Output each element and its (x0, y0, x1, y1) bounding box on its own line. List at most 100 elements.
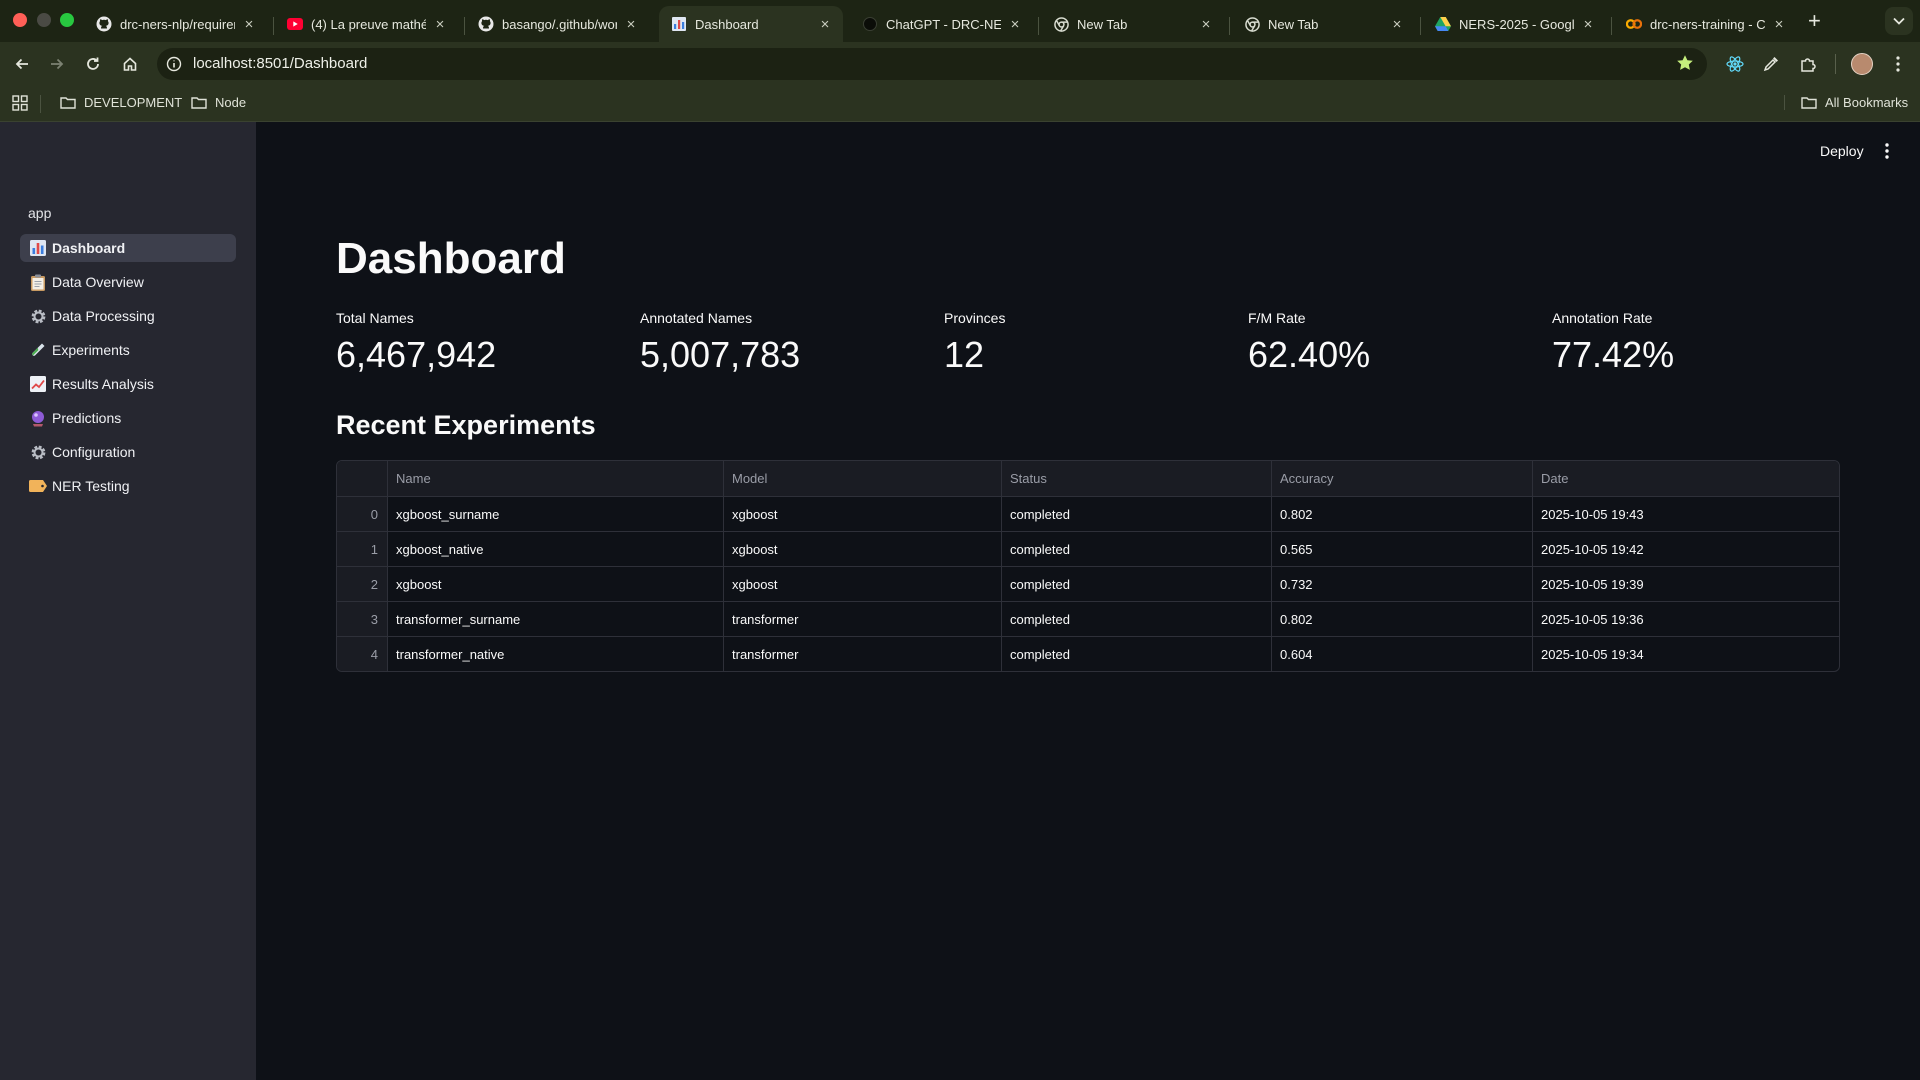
column-header[interactable]: Date (1533, 461, 1839, 496)
extensions-puzzle-icon[interactable] (1797, 53, 1819, 75)
sidebar-app-label: app (28, 205, 52, 221)
table-cell[interactable]: 2025-10-05 19:36 (1533, 602, 1839, 636)
table-cell[interactable]: completed (1002, 497, 1272, 531)
browser-tab[interactable]: New Tab × (1232, 6, 1415, 42)
tab-close-icon[interactable]: × (432, 16, 448, 33)
sidebar-item-experiments[interactable]: Experiments (20, 336, 236, 364)
home-icon (123, 57, 137, 71)
home-button[interactable] (119, 53, 141, 75)
table-cell[interactable]: transformer_native (388, 637, 724, 671)
table-cell[interactable]: 0.732 (1272, 567, 1533, 601)
browser-tab-active[interactable]: Dashboard × (659, 6, 843, 42)
browser-menu-icon[interactable] (1887, 53, 1909, 75)
sidebar-item-dashboard[interactable]: Dashboard (20, 234, 236, 262)
tab-title: basango/.github/work (502, 16, 617, 32)
all-bookmarks-button[interactable]: All Bookmarks (1784, 95, 1908, 110)
table-row[interactable]: 0 xgboost_surname xgboost completed 0.80… (337, 497, 1839, 532)
profile-avatar[interactable] (1851, 53, 1873, 75)
sidebar (0, 122, 256, 1080)
table-cell[interactable]: xgboost_native (388, 532, 724, 566)
column-header[interactable]: Model (724, 461, 1002, 496)
back-button[interactable] (11, 53, 33, 75)
table-cell[interactable]: completed (1002, 602, 1272, 636)
table-cell[interactable]: 0.802 (1272, 497, 1533, 531)
table-cell[interactable]: completed (1002, 637, 1272, 671)
table-cell[interactable]: completed (1002, 567, 1272, 601)
table-cell[interactable]: 2025-10-05 19:42 (1533, 532, 1839, 566)
table-cell[interactable]: transformer (724, 637, 1002, 671)
browser-tab[interactable]: NERS-2025 - Google × (1423, 6, 1606, 42)
sidebar-item-label: Dashboard (52, 240, 126, 256)
site-info-icon[interactable] (166, 56, 182, 72)
sidebar-item-ner-testing[interactable]: NER Testing (20, 472, 236, 500)
reload-icon (87, 57, 99, 70)
tab-close-icon[interactable]: × (1771, 16, 1787, 33)
tab-close-icon[interactable]: × (623, 16, 639, 33)
table-cell[interactable]: 0.802 (1272, 602, 1533, 636)
window-minimize-button[interactable] (37, 13, 51, 27)
browser-tab[interactable]: basango/.github/work × (466, 6, 649, 42)
table-cell[interactable]: transformer_surname (388, 602, 724, 636)
tab-search-button[interactable] (1885, 7, 1913, 35)
table-cell[interactable]: 0.565 (1272, 532, 1533, 566)
window-zoom-button[interactable] (60, 13, 74, 27)
address-bar[interactable] (157, 48, 1707, 80)
metric-label: Total Names (336, 310, 414, 326)
tab-close-icon[interactable]: × (1580, 16, 1596, 33)
browser-tab[interactable]: ChatGPT - DRC-NER × (850, 6, 1033, 42)
table-row[interactable]: 4 transformer_native transformer complet… (337, 637, 1839, 671)
table-cell[interactable]: 2025-10-05 19:43 (1533, 497, 1839, 531)
column-header[interactable]: Accuracy (1272, 461, 1533, 496)
table-cell[interactable]: xgboost (724, 567, 1002, 601)
sidebar-item-data-processing[interactable]: Data Processing (20, 302, 236, 330)
tab-close-icon[interactable]: × (241, 16, 257, 33)
metric-label: Annotation Rate (1552, 310, 1653, 326)
reload-button[interactable] (82, 53, 104, 75)
tab-close-icon[interactable]: × (817, 16, 833, 33)
chatgpt-icon (862, 16, 878, 32)
sidebar-item-predictions[interactable]: Predictions (20, 404, 236, 432)
column-header[interactable]: Status (1002, 461, 1272, 496)
tab-close-icon[interactable]: × (1198, 16, 1214, 33)
gear-icon (28, 443, 48, 461)
bookmark-folder-node[interactable]: Node (191, 95, 246, 110)
table-cell[interactable]: xgboost_surname (388, 497, 724, 531)
tab-close-icon[interactable]: × (1389, 16, 1405, 33)
column-header[interactable]: Name (388, 461, 724, 496)
experiments-table[interactable]: Name Model Status Accuracy Date 0 xgboos… (336, 460, 1840, 672)
table-cell[interactable]: 2025-10-05 19:34 (1533, 637, 1839, 671)
browser-tab[interactable]: drc-ners-nlp/requirem × (84, 6, 267, 42)
row-index: 2 (337, 567, 388, 601)
window-close-button[interactable] (13, 13, 27, 27)
bookmark-star-icon[interactable] (1676, 54, 1694, 77)
table-row[interactable]: 2 xgboost xgboost completed 0.732 2025-1… (337, 567, 1839, 602)
table-cell[interactable]: xgboost (724, 497, 1002, 531)
deploy-button[interactable]: Deploy (1820, 143, 1864, 159)
eyedropper-icon[interactable] (1760, 53, 1782, 75)
table-row[interactable]: 3 transformer_surname transformer comple… (337, 602, 1839, 637)
address-bar-url[interactable]: localhost:8501/Dashboard (193, 55, 367, 72)
sidebar-item-data-overview[interactable]: Data Overview (20, 268, 236, 296)
table-cell[interactable]: xgboost (388, 567, 724, 601)
apps-grid-icon[interactable] (12, 95, 36, 111)
table-cell[interactable]: xgboost (724, 532, 1002, 566)
tab-close-icon[interactable]: × (1007, 16, 1023, 33)
sidebar-item-configuration[interactable]: Configuration (20, 438, 236, 466)
react-devtools-icon[interactable] (1724, 53, 1746, 75)
bookmarks-bar (0, 86, 1920, 122)
table-row[interactable]: 1 xgboost_native xgboost completed 0.565… (337, 532, 1839, 567)
sidebar-item-results-analysis[interactable]: Results Analysis (20, 370, 236, 398)
table-cell[interactable]: 0.604 (1272, 637, 1533, 671)
main-menu-icon[interactable] (1880, 141, 1894, 161)
browser-tab[interactable]: New Tab × (1041, 6, 1224, 42)
tab-title: New Tab (1268, 16, 1319, 32)
forward-button[interactable] (46, 53, 68, 75)
browser-tab[interactable]: drc-ners-training - C × (1614, 6, 1797, 42)
table-cell[interactable]: 2025-10-05 19:39 (1533, 567, 1839, 601)
new-tab-button[interactable]: + (1808, 8, 1821, 34)
table-cell[interactable]: completed (1002, 532, 1272, 566)
browser-tab[interactable]: (4) La preuve mathém × (275, 6, 458, 42)
table-cell[interactable]: transformer (724, 602, 1002, 636)
bookmark-folder-development[interactable]: DEVELOPMENT (60, 95, 182, 110)
label-tag-icon (28, 477, 48, 495)
